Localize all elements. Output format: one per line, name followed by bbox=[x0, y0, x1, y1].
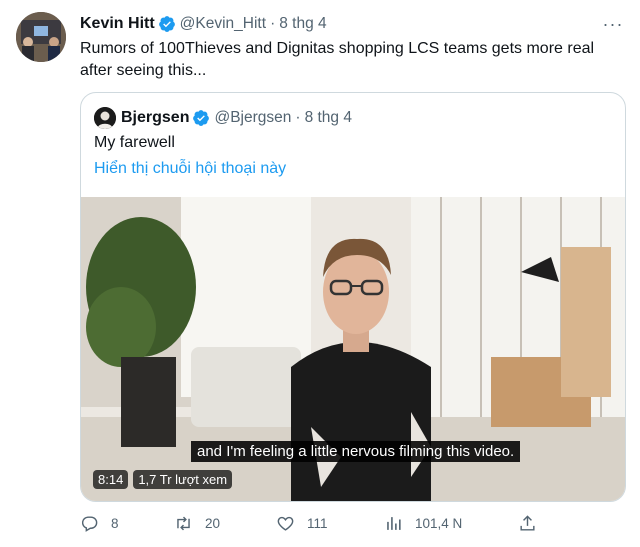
separator-dot: · bbox=[270, 15, 276, 32]
avatar-photo-icon bbox=[94, 107, 116, 129]
author-avatar[interactable] bbox=[16, 12, 66, 62]
tweet-actions: 8 20 111 101,4 N bbox=[80, 514, 560, 538]
tweet-date[interactable]: 8 thg 4 bbox=[279, 15, 326, 33]
avatar-photo-icon bbox=[16, 12, 66, 62]
view-count: 101,4 N bbox=[415, 516, 463, 531]
quoted-author-name[interactable]: Bjergsen bbox=[121, 109, 189, 127]
verified-badge-icon bbox=[193, 110, 210, 126]
verified-badge-icon bbox=[158, 16, 175, 32]
retweet-button[interactable]: 20 bbox=[174, 514, 220, 533]
author-handle[interactable]: @Kevin_Hitt bbox=[180, 15, 266, 33]
retweet-icon bbox=[177, 516, 190, 531]
tweet-card[interactable]: Kevin Hitt @Kevin_Hitt · 8 thg 4 ··· Rum… bbox=[0, 0, 640, 547]
quoted-tweet-header: Bjergsen @Bjergsen · 8 thg 4 bbox=[94, 107, 352, 129]
video-subtitle: and I'm feeling a little nervous filming… bbox=[191, 441, 521, 462]
quoted-tweet-text: My farewell bbox=[94, 134, 175, 151]
tweet-header: Kevin Hitt @Kevin_Hitt · 8 thg 4 ··· bbox=[80, 13, 624, 35]
reply-icon bbox=[81, 516, 98, 532]
video-view-count: 1,7 Tr lượt xem bbox=[133, 470, 233, 489]
video-info-badges: 8:14 1,7 Tr lượt xem bbox=[93, 470, 233, 489]
retweet-count: 20 bbox=[205, 516, 221, 531]
quoted-tweet[interactable]: Bjergsen @Bjergsen · 8 thg 4 My farewell… bbox=[80, 92, 626, 502]
reply-button[interactable]: 8 bbox=[80, 514, 119, 533]
like-button[interactable]: 111 bbox=[276, 514, 328, 533]
show-thread-link[interactable]: Hiển thị chuỗi hội thoại này bbox=[94, 160, 286, 178]
separator-dot: · bbox=[295, 109, 301, 126]
heart-icon bbox=[277, 516, 294, 531]
video-duration: 8:14 bbox=[93, 470, 129, 489]
like-count: 111 bbox=[307, 516, 328, 531]
video-player[interactable]: and I'm feeling a little nervous filming… bbox=[81, 197, 625, 501]
tweet-text: Rumors of 100Thieves and Dignitas shoppi… bbox=[80, 40, 595, 79]
quoted-tweet-date[interactable]: 8 thg 4 bbox=[305, 109, 352, 127]
reply-count: 8 bbox=[111, 516, 119, 531]
more-options-icon[interactable]: ··· bbox=[602, 13, 624, 35]
share-icon bbox=[520, 515, 535, 531]
quoted-author-avatar[interactable] bbox=[94, 107, 116, 129]
bar-chart-icon bbox=[387, 517, 401, 530]
share-button[interactable] bbox=[518, 514, 549, 533]
quoted-author-handle[interactable]: @Bjergsen bbox=[214, 109, 291, 127]
author-name[interactable]: Kevin Hitt bbox=[80, 15, 155, 33]
views-button[interactable]: 101,4 N bbox=[384, 514, 462, 533]
